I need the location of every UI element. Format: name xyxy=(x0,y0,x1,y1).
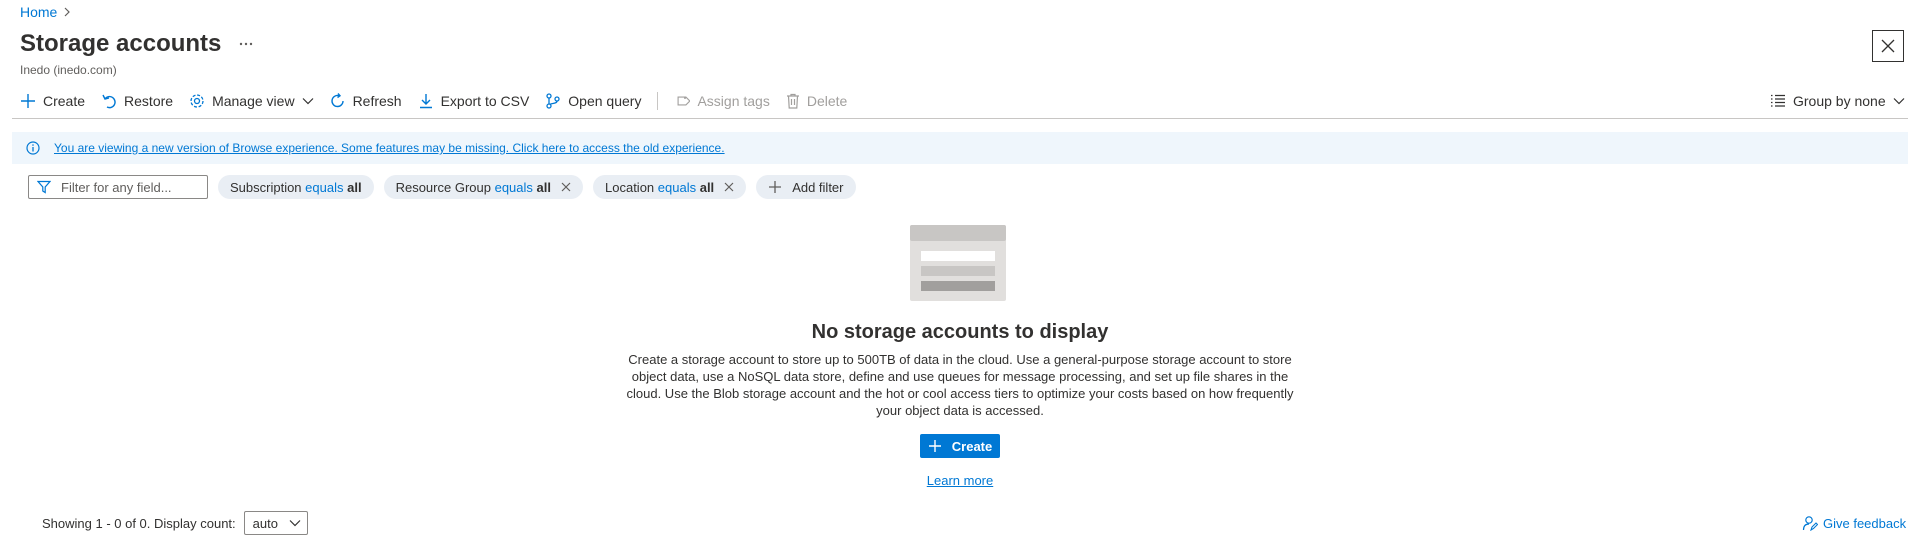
manage-view-button-label: Manage view xyxy=(212,93,295,109)
toolbar-divider-line xyxy=(12,118,1908,119)
display-count-value: auto xyxy=(252,515,278,531)
filter-pill-location[interactable]: Location equals all xyxy=(593,175,747,199)
empty-state-title: No storage accounts to display xyxy=(811,321,1109,343)
undo-icon xyxy=(101,93,117,109)
plus-icon xyxy=(928,439,942,453)
restore-button-label: Restore xyxy=(124,93,174,109)
download-icon xyxy=(418,93,434,109)
info-icon xyxy=(26,141,40,155)
create-primary-label: Create xyxy=(951,438,993,454)
filter-search-box[interactable] xyxy=(28,175,208,199)
gear-icon xyxy=(189,93,205,109)
refresh-button[interactable]: Refresh xyxy=(322,89,410,113)
filter-icon xyxy=(37,180,51,194)
remove-filter-close-icon[interactable] xyxy=(561,182,571,192)
filter-op: equals xyxy=(657,179,697,195)
learn-more-link[interactable]: Learn more xyxy=(927,473,993,488)
breadcrumb-home-link[interactable]: Home xyxy=(20,4,57,20)
chevron-down-icon xyxy=(302,97,314,105)
create-button[interactable]: Create xyxy=(12,89,93,113)
add-filter-button[interactable]: Add filter xyxy=(756,175,856,199)
create-storage-account-button[interactable]: Create xyxy=(920,434,1000,458)
close-icon xyxy=(1881,39,1895,53)
filter-op: equals xyxy=(494,179,533,195)
filter-pill-subscription[interactable]: Subscription equals all xyxy=(218,175,374,199)
showing-text: Showing 1 - 0 of 0. Display count: xyxy=(42,515,236,531)
assign-tags-button[interactable]: Assign tags xyxy=(666,89,777,113)
manage-view-button[interactable]: Manage view xyxy=(181,89,322,113)
pagination-info: Showing 1 - 0 of 0. Display count: auto xyxy=(42,511,308,535)
open-query-button[interactable]: Open query xyxy=(537,89,649,113)
filter-op: equals xyxy=(305,179,344,195)
chevron-down-icon xyxy=(1893,97,1905,105)
restore-button[interactable]: Restore xyxy=(93,89,181,113)
chevron-right-icon xyxy=(63,7,71,17)
toolbar-divider xyxy=(657,92,659,110)
learn-more: Learn more xyxy=(860,473,1060,488)
delete-button[interactable]: Delete xyxy=(778,89,855,113)
trash-icon xyxy=(786,93,800,109)
filter-field: Location xyxy=(605,179,655,195)
old-experience-link[interactable]: You are viewing a new version of Browse … xyxy=(54,141,725,155)
give-feedback-link[interactable]: Give feedback xyxy=(1802,511,1906,535)
filter-field: Subscription xyxy=(230,179,302,195)
chevron-down-icon xyxy=(289,519,301,527)
more-options-button[interactable] xyxy=(232,32,260,56)
page-title: Storage accounts xyxy=(20,30,222,57)
assign-tags-button-label: Assign tags xyxy=(697,93,770,109)
filter-field: Resource Group xyxy=(395,179,491,195)
empty-storage-illustration-icon xyxy=(910,225,1006,301)
plus-icon xyxy=(768,180,782,194)
feedback-icon xyxy=(1802,515,1818,531)
list-icon xyxy=(1770,94,1786,108)
ellipsis-icon xyxy=(239,42,253,46)
plus-icon xyxy=(20,93,36,109)
refresh-icon xyxy=(330,93,346,109)
open-query-button-label: Open query xyxy=(568,93,642,109)
group-by-dropdown[interactable]: Group by none xyxy=(1762,89,1913,113)
filter-pill-resource-group[interactable]: Resource Group equals all xyxy=(383,175,583,199)
remove-filter-close-icon[interactable] xyxy=(724,182,734,192)
breadcrumb: Home xyxy=(20,2,71,22)
refresh-button-label: Refresh xyxy=(352,93,402,109)
filter-pill-text: Subscription equals all xyxy=(230,180,362,195)
filter-pill-text: Location equals all xyxy=(605,180,714,195)
delete-button-label: Delete xyxy=(806,93,848,109)
group-by-label: Group by none xyxy=(1793,93,1886,109)
filter-value: all xyxy=(699,179,715,195)
filter-value: all xyxy=(536,179,551,195)
filter-bar: Subscription equals all Resource Group e… xyxy=(28,175,856,199)
command-bar: Create Restore Manage view Refresh Expor… xyxy=(12,89,1912,113)
filter-search-input[interactable] xyxy=(61,179,191,195)
info-banner: You are viewing a new version of Browse … xyxy=(12,132,1908,164)
give-feedback-label: Give feedback xyxy=(1823,515,1907,531)
filter-pill-text: Resource Group equals all xyxy=(396,180,551,195)
display-count-select[interactable]: auto xyxy=(243,511,308,535)
add-filter-label: Add filter xyxy=(792,179,844,195)
tag-icon xyxy=(674,93,691,109)
export-csv-button[interactable]: Export to CSV xyxy=(410,89,538,113)
empty-state-description: Create a storage account to store up to … xyxy=(626,352,1294,418)
filter-value: all xyxy=(347,179,362,195)
close-button[interactable] xyxy=(1872,30,1904,62)
export-csv-button-label: Export to CSV xyxy=(440,93,530,109)
query-icon xyxy=(545,93,561,109)
page-subtitle: Inedo (inedo.com) xyxy=(20,63,117,77)
create-button-label: Create xyxy=(43,93,86,109)
